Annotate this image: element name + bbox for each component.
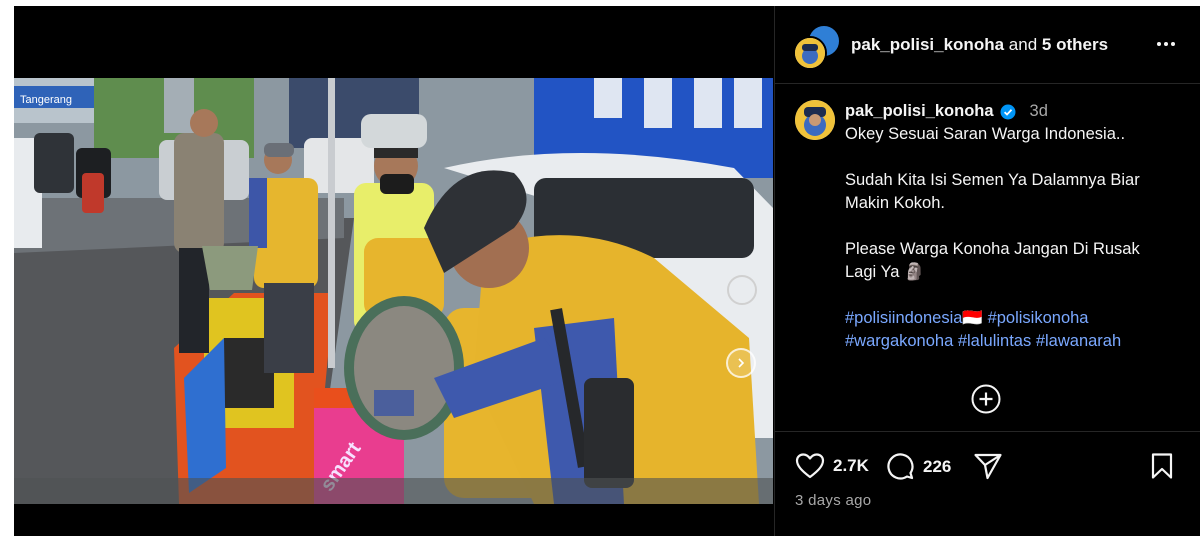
heart-icon[interactable] (795, 452, 825, 480)
more-options-button[interactable] (1151, 34, 1181, 54)
caption-avatar[interactable] (795, 100, 835, 140)
hashtag-link[interactable]: #polisiindonesia🇮🇩 (845, 309, 983, 327)
avatar-illustration (795, 38, 825, 68)
post-timestamp[interactable]: 3 days ago (795, 492, 871, 509)
caption-line: Makin Kokoh. (845, 194, 945, 212)
caption-line: Lagi Ya 🗿 (845, 263, 925, 281)
load-more-comments-button[interactable] (970, 383, 1002, 415)
like-action: 2.7K (795, 452, 869, 480)
hashtag-link[interactable]: #wargakonoha (845, 332, 953, 350)
caption-hashtags: #polisiindonesia🇮🇩 #polisikonoha #wargak… (845, 307, 1185, 353)
caption-line: Sudah Kita Isi Semen Ya Dalamnya Biar (845, 171, 1140, 189)
post-caption: pak_polisi_konoha 3d Okey Sesuai Saran W… (845, 100, 1185, 353)
comment-count[interactable]: 226 (923, 457, 951, 477)
sign-tangerang: Tangerang (20, 94, 72, 106)
post-side-panel: pak_polisi_konoha and 5 others pak_polis… (774, 6, 1200, 536)
media-panel: Tangerang smart (14, 6, 773, 536)
hashtag-link[interactable]: #polisikonoha (988, 309, 1089, 327)
caption-time[interactable]: 3d (1030, 100, 1048, 123)
save-action (1150, 452, 1174, 480)
share-icon[interactable] (973, 452, 1003, 480)
caption-line: Okey Sesuai Saran Warga Indonesia.. (845, 125, 1126, 143)
comment-icon[interactable] (885, 452, 915, 482)
author-username[interactable]: pak_polisi_konoha (851, 35, 1004, 54)
more-icon (1157, 42, 1175, 46)
hashtag-link[interactable]: #lawanarah (1036, 332, 1121, 350)
comment-action: 226 (885, 452, 951, 482)
avatar-illustration (795, 100, 835, 140)
collab-avatars[interactable] (793, 24, 841, 70)
instagram-post: Tangerang smart pak_polisi_konoha and 5 … (14, 6, 1200, 536)
post-author-line: pak_polisi_konoha and 5 others (851, 35, 1108, 55)
post-header: pak_polisi_konoha and 5 others (775, 6, 1200, 84)
share-action (973, 452, 1003, 480)
caption-line: Please Warga Konoha Jangan Di Rusak (845, 240, 1140, 258)
post-photo[interactable]: Tangerang smart (14, 78, 773, 504)
chevron-right-icon (738, 358, 745, 368)
caption-header: pak_polisi_konoha 3d (845, 100, 1185, 123)
bookmark-icon[interactable] (1150, 452, 1174, 480)
next-slide-button[interactable] (726, 348, 756, 378)
add-circle-icon (971, 384, 1001, 414)
like-count[interactable]: 2.7K (833, 456, 869, 476)
caption-username[interactable]: pak_polisi_konoha (845, 100, 994, 123)
post-actions: 2.7K 226 3 days ago (775, 431, 1200, 536)
avatar[interactable] (793, 36, 827, 70)
verified-icon (1000, 104, 1016, 119)
photo-illustration: Tangerang smart (14, 78, 773, 504)
hashtag-link[interactable]: #lalulintas (958, 332, 1031, 350)
collab-others-link[interactable]: 5 others (1042, 35, 1108, 54)
author-joiner: and (1008, 35, 1038, 54)
